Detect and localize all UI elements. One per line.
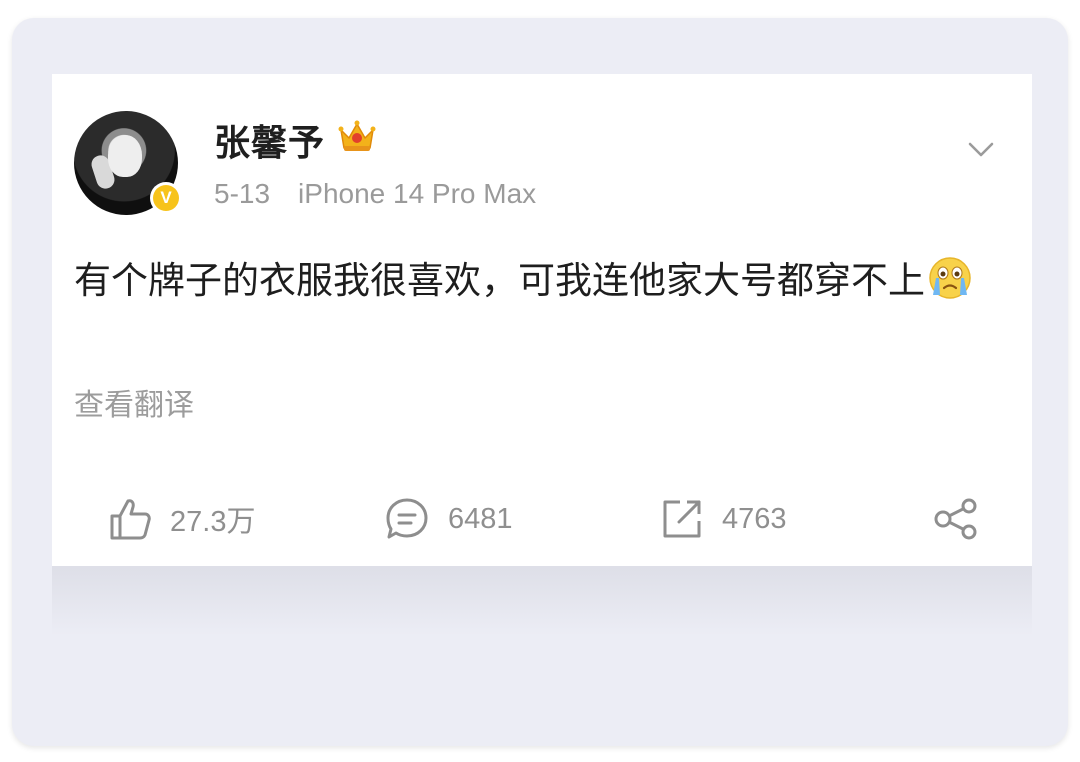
author-name[interactable]: 张馨予 <box>214 114 325 166</box>
post-card: V 张馨予 5-13 iPhone 14 Pro Max 有个牌子的衣服我很喜欢，… <box>52 74 1032 566</box>
comment-icon <box>386 498 428 539</box>
post-content: 有个牌子的衣服我很喜欢，可我连他家大号都穿不上 <box>74 252 1014 309</box>
chevron-down-icon[interactable] <box>966 134 996 164</box>
crying-face-icon <box>929 257 971 299</box>
post-meta: 5-13 iPhone 14 Pro Max <box>214 178 536 210</box>
card-shadow <box>52 566 1032 636</box>
comment-count: 6481 <box>448 502 513 535</box>
thumbs-up-icon <box>110 499 151 540</box>
repost-button[interactable]: 4763 <box>660 494 787 544</box>
like-button[interactable]: 27.3万 <box>108 494 255 544</box>
post-date: 5-13 <box>214 178 271 209</box>
crown-icon[interactable] <box>337 118 377 154</box>
verified-icon: V <box>153 185 179 211</box>
repost-icon <box>663 500 701 538</box>
translate-link[interactable]: 查看翻译 <box>74 380 194 424</box>
verified-badge: V <box>150 182 182 214</box>
like-count: 27.3万 <box>170 506 256 538</box>
comment-button[interactable]: 6481 <box>384 494 513 544</box>
share-icon <box>934 498 977 540</box>
post-device: iPhone 14 Pro Max <box>298 178 537 209</box>
repost-count: 4763 <box>722 502 787 535</box>
post-text: 有个牌子的衣服我很喜欢，可我连他家大号都穿不上 <box>74 259 925 302</box>
share-button[interactable] <box>932 494 980 544</box>
avatar-face <box>108 135 142 177</box>
